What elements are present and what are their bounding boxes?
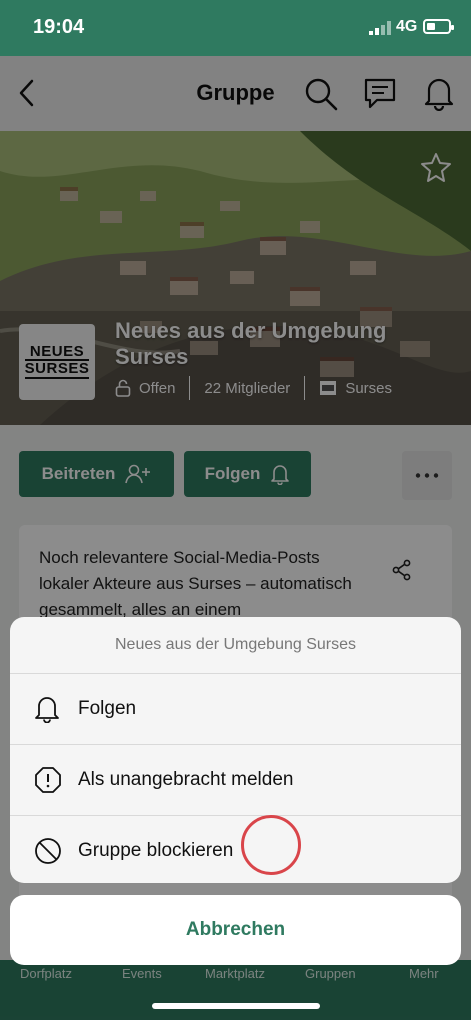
network-label: 4G — [396, 18, 418, 35]
action-report-label: Als unangebracht melden — [78, 769, 294, 790]
status-bar: 19:04 4G — [0, 0, 471, 56]
signal-icon — [369, 21, 391, 35]
home-indicator — [152, 1003, 320, 1009]
action-sheet-title: Neues aus der Umgebung Surses — [10, 617, 461, 674]
alert-octagon-icon — [35, 767, 61, 793]
action-block-label: Gruppe blockieren — [78, 840, 234, 861]
bell-icon — [35, 697, 59, 723]
action-sheet: Neues aus der Umgebung Surses Folgen Als… — [10, 617, 461, 883]
action-report[interactable]: Als unangebracht melden — [10, 745, 461, 816]
cancel-button[interactable]: Abbrechen — [10, 895, 461, 965]
action-follow-label: Folgen — [78, 698, 137, 719]
block-icon — [35, 838, 61, 864]
tap-indicator — [241, 815, 301, 875]
status-time: 19:04 — [33, 16, 85, 38]
battery-icon — [423, 19, 454, 34]
action-block[interactable]: Gruppe blockieren — [10, 816, 461, 883]
action-follow[interactable]: Folgen — [10, 674, 461, 745]
